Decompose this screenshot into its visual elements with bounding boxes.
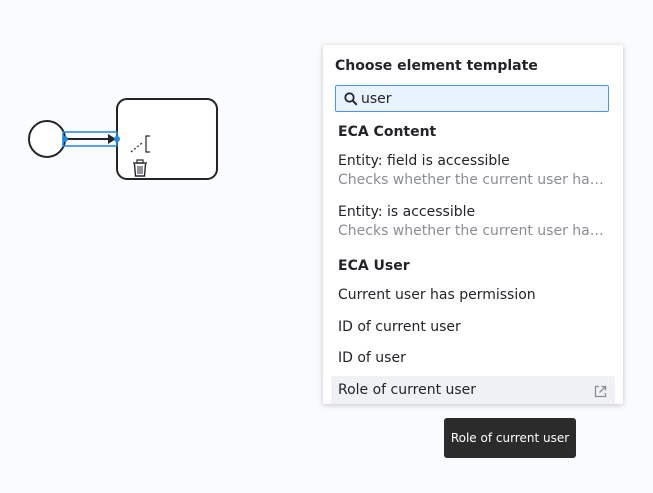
popup-title: Choose element template bbox=[335, 58, 538, 74]
list-item-current-user-permission[interactable]: Current user has permission bbox=[331, 281, 615, 309]
start-event[interactable] bbox=[28, 120, 66, 158]
sequence-flow[interactable] bbox=[62, 131, 120, 147]
list-item-id-current-user[interactable]: ID of current user bbox=[331, 313, 615, 341]
flow-handle-end[interactable] bbox=[114, 136, 120, 142]
entry-label: Role of current user bbox=[338, 382, 477, 398]
tooltip: Role of current user bbox=[444, 418, 576, 458]
entry-label: Entity: is accessible bbox=[338, 204, 476, 220]
trash-icon[interactable] bbox=[131, 158, 149, 178]
list-item-entity-accessible[interactable]: Entity: is accessible Checks whether the… bbox=[331, 198, 615, 245]
element-template-popup: Choose element template ECA Content Enti… bbox=[323, 45, 623, 404]
connect-icon[interactable] bbox=[127, 131, 153, 155]
group-title-eca-user: ECA User bbox=[338, 258, 410, 274]
entry-label: Entity: field is accessible bbox=[338, 153, 510, 169]
group-title-eca-content: ECA Content bbox=[338, 124, 437, 140]
flow-handle-start[interactable] bbox=[62, 136, 68, 142]
search-icon bbox=[344, 92, 358, 106]
external-link-icon[interactable] bbox=[594, 385, 607, 398]
entry-label: ID of current user bbox=[338, 319, 461, 335]
search-input[interactable] bbox=[361, 89, 601, 109]
list-item-entity-field-accessible[interactable]: Entity: field is accessible Checks wheth… bbox=[331, 147, 615, 194]
entry-label: Current user has permission bbox=[338, 287, 536, 303]
entry-label: ID of user bbox=[338, 350, 406, 366]
entry-description: Checks whether the current user has o... bbox=[338, 223, 608, 239]
entry-description: Checks whether the current user has o... bbox=[338, 172, 608, 188]
search-box[interactable] bbox=[335, 85, 609, 112]
list-item-id-user[interactable]: ID of user bbox=[331, 344, 615, 372]
list-item-role-current-user[interactable]: Role of current user bbox=[331, 376, 615, 404]
